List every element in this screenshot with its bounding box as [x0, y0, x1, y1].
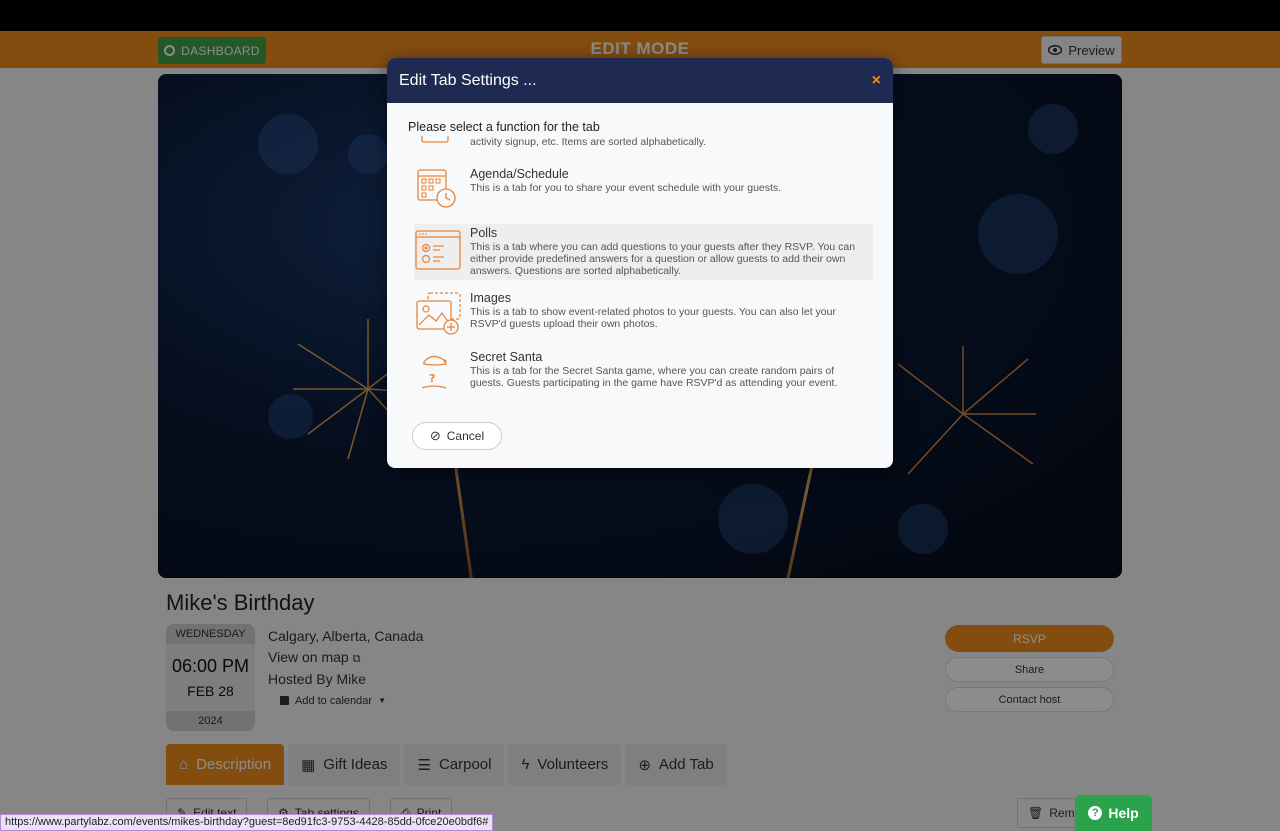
function-desc: This is a tab for you to share your even… — [470, 182, 782, 194]
svg-text:?: ? — [429, 372, 435, 385]
function-name: Secret Santa — [470, 350, 543, 364]
help-button[interactable]: ? Help — [1075, 795, 1152, 831]
function-desc: with gift suggestions, sub events, menu … — [470, 136, 707, 148]
poll-icon — [415, 230, 461, 270]
function-desc: This is a tab for the Secret Santa game,… — [470, 365, 838, 389]
close-icon[interactable]: × — [872, 72, 881, 90]
help-label: Help — [1108, 805, 1139, 821]
function-name: Images — [470, 291, 511, 305]
question-icon: ? — [1088, 806, 1103, 820]
calendar-clock-icon — [417, 169, 456, 208]
modal-title: Edit Tab Settings ... — [399, 71, 537, 89]
images-icon — [416, 292, 461, 335]
function-item-secret-santa[interactable]: ? Secret Santa This is a tab for the Sec… — [414, 350, 873, 391]
modal-prompt: Please select a function for the tab — [408, 120, 600, 134]
secret-santa-icon: ? — [421, 355, 447, 389]
list-icon — [421, 136, 449, 143]
function-list: with gift suggestions, sub events, menu … — [408, 136, 873, 391]
ban-icon: ⊘ — [429, 428, 441, 443]
cancel-label: Cancel — [446, 429, 485, 443]
edit-tab-settings-modal: Edit Tab Settings ... × Please select a … — [387, 58, 893, 468]
function-name: Polls — [470, 226, 498, 240]
function-name: Agenda/Schedule — [470, 167, 569, 181]
cancel-button[interactable]: ⊘ Cancel — [412, 422, 502, 450]
function-item-images[interactable]: Images This is a tab to show event-relat… — [414, 291, 873, 341]
modal-header: Edit Tab Settings ... × — [387, 58, 893, 103]
function-desc: This is a tab to show event-related phot… — [470, 306, 836, 330]
function-desc: This is a tab where you can add question… — [470, 241, 856, 277]
function-item-agenda[interactable]: Agenda/Schedule This is a tab for you to… — [414, 167, 873, 217]
function-item-list[interactable]: with gift suggestions, sub events, menu … — [414, 136, 873, 158]
status-bar-url: https://www.partylabz.com/events/mikes-b… — [0, 814, 494, 831]
function-item-polls[interactable]: Polls This is a tab where you can add qu… — [414, 224, 873, 280]
